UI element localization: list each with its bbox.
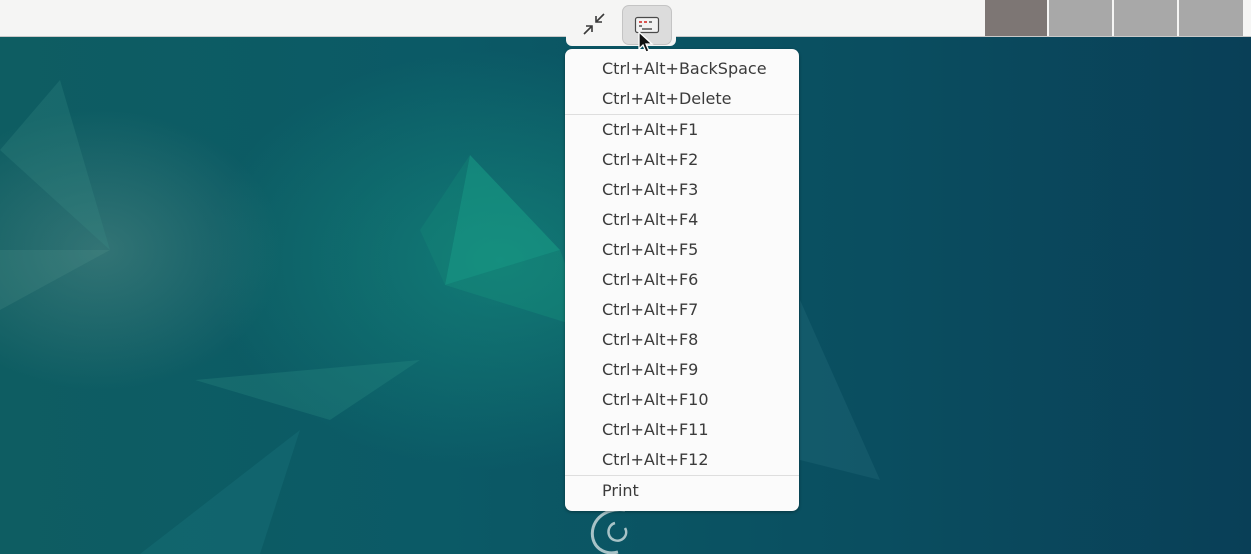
thumbnail-block [1114,0,1177,36]
menu-item[interactable]: Ctrl+Alt+F4 [565,205,799,235]
menu-item[interactable]: Ctrl+Alt+F3 [565,175,799,205]
unfullscreen-icon [583,13,605,35]
thumbnail-block [1049,0,1112,36]
menu-item[interactable]: Ctrl+Alt+F5 [565,235,799,265]
menu-item[interactable]: Ctrl+Alt+F7 [565,295,799,325]
menu-item[interactable]: Ctrl+Alt+F1 [565,115,799,145]
menu-item[interactable]: Ctrl+Alt+F8 [565,325,799,355]
menu-item[interactable]: Ctrl+Alt+F2 [565,145,799,175]
menu-item[interactable]: Print [565,476,799,506]
thumbnail-block [1245,0,1251,36]
debian-swirl-icon [590,508,628,554]
menu-item[interactable]: Ctrl+Alt+F6 [565,265,799,295]
key-combination-menu: Ctrl+Alt+BackSpace Ctrl+Alt+Delete Ctrl+Al… [565,49,799,511]
mouse-pointer-icon [638,30,654,53]
menu-item[interactable]: Ctrl+Alt+BackSpace [565,54,799,84]
thumbnail-block [985,0,1047,36]
menu-item[interactable]: Ctrl+Alt+F11 [565,415,799,445]
menu-item[interactable]: Ctrl+Alt+F12 [565,445,799,475]
leave-fullscreen-button[interactable] [571,5,617,43]
menu-item[interactable]: Ctrl+Alt+F9 [565,355,799,385]
menu-item[interactable]: Ctrl+Alt+F10 [565,385,799,415]
thumbnail-block [1179,0,1243,36]
menu-item[interactable]: Ctrl+Alt+Delete [565,84,799,114]
